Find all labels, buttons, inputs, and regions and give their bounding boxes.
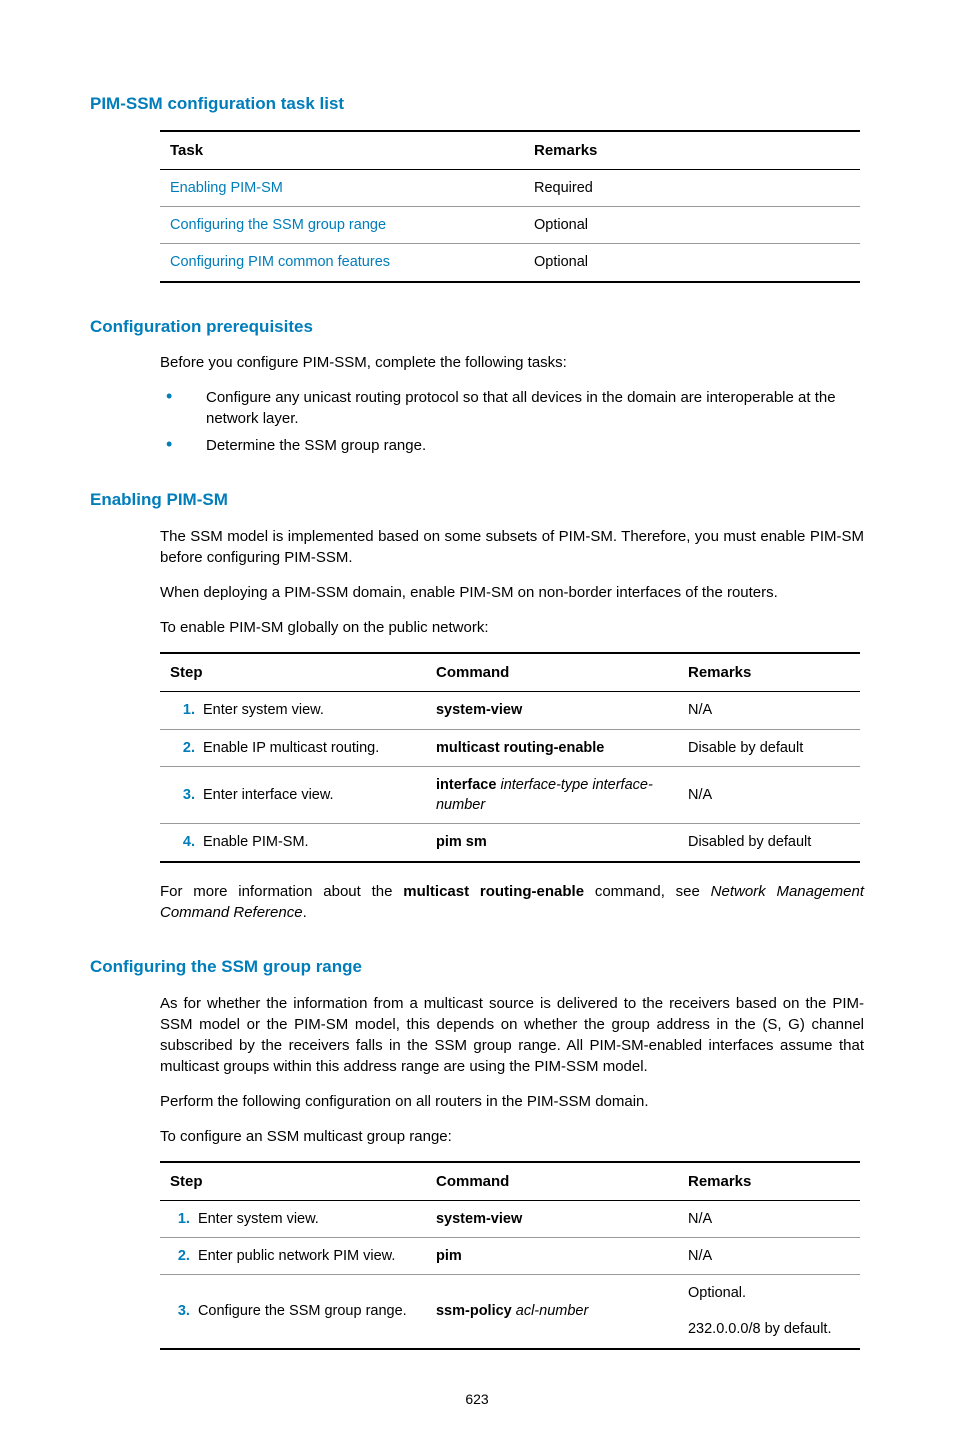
bullet-icon: • [160, 387, 206, 429]
step-number: 4. [160, 824, 199, 862]
th-command: Command [426, 653, 678, 692]
table-enable-pim-sm: Step Command Remarks 1. Enter system vie… [160, 652, 860, 862]
link-config-common-features[interactable]: Configuring PIM common features [170, 254, 390, 270]
step-number: 1. [160, 692, 199, 729]
page-number: 623 [90, 1390, 864, 1410]
heading-prereq: Configuration prerequisites [90, 315, 864, 339]
step-desc: Enter interface view. [199, 766, 426, 824]
cell-remarks: Disabled by default [678, 824, 860, 862]
cell-command: multicast routing-enable [426, 729, 678, 766]
text-enablesm-p1: The SSM model is implemented based on so… [160, 526, 864, 568]
heading-ssm-range: Configuring the SSM group range [90, 955, 864, 979]
heading-enabling-pim-sm: Enabling PIM-SM [90, 488, 864, 512]
cell-remarks: Optional [524, 244, 860, 282]
cell-remarks: Optional. [678, 1275, 860, 1312]
cell-remarks: 232.0.0.0/8 by default. [678, 1311, 860, 1348]
bullet-text: Determine the SSM group range. [206, 435, 864, 456]
step-desc: Configure the SSM group range. [194, 1275, 426, 1349]
step-desc: Enter system view. [199, 692, 426, 729]
step-number: 3. [160, 766, 199, 824]
step-number: 2. [160, 1237, 194, 1274]
step-desc: Enable PIM-SM. [199, 824, 426, 862]
link-config-ssm-range[interactable]: Configuring the SSM group range [170, 217, 386, 233]
text-ssmrange-p3: To configure an SSM multicast group rang… [160, 1126, 864, 1147]
step-desc: Enable IP multicast routing. [199, 729, 426, 766]
bullet-text: Configure any unicast routing protocol s… [206, 387, 864, 429]
link-enabling-pim-sm[interactable]: Enabling PIM-SM [170, 180, 283, 196]
th-remarks: Remarks [678, 653, 860, 692]
cell-remarks: N/A [678, 1200, 860, 1237]
cell-command: pim sm [426, 824, 678, 862]
text-enablesm-p2: When deploying a PIM-SSM domain, enable … [160, 582, 864, 603]
cell-remarks: N/A [678, 692, 860, 729]
cell-command: ssm-policy acl-number [426, 1275, 678, 1349]
cell-remarks: Required [524, 169, 860, 206]
cell-remarks: Disable by default [678, 729, 860, 766]
bullet-list-prereq: • Configure any unicast routing protocol… [160, 387, 864, 456]
table-tasklist: Task Remarks Enabling PIM-SM Required Co… [160, 130, 860, 283]
th-step: Step [160, 1162, 426, 1201]
th-remarks: Remarks [678, 1162, 860, 1201]
cell-command: system-view [426, 692, 678, 729]
th-remarks: Remarks [524, 131, 860, 170]
step-desc: Enter system view. [194, 1200, 426, 1237]
text-enablesm-note: For more information about the multicast… [160, 881, 864, 923]
step-number: 3. [160, 1275, 194, 1349]
text-ssmrange-p1: As for whether the information from a mu… [160, 993, 864, 1077]
cell-remarks: N/A [678, 1237, 860, 1274]
cell-command: pim [426, 1237, 678, 1274]
th-command: Command [426, 1162, 678, 1201]
table-ssm-range: Step Command Remarks 1. Enter system vie… [160, 1161, 860, 1350]
step-desc: Enter public network PIM view. [194, 1237, 426, 1274]
cell-command: interface interface-type interface-numbe… [426, 766, 678, 824]
cell-command: system-view [426, 1200, 678, 1237]
text-enablesm-p3: To enable PIM-SM globally on the public … [160, 617, 864, 638]
text-ssmrange-p2: Perform the following configuration on a… [160, 1091, 864, 1112]
cell-remarks: N/A [678, 766, 860, 824]
cell-remarks: Optional [524, 207, 860, 244]
step-number: 2. [160, 729, 199, 766]
text-prereq-intro: Before you configure PIM-SSM, complete t… [160, 352, 864, 373]
bullet-icon: • [160, 435, 206, 456]
heading-tasklist: PIM-SSM configuration task list [90, 92, 864, 116]
th-step: Step [160, 653, 426, 692]
th-task: Task [160, 131, 524, 170]
step-number: 1. [160, 1200, 194, 1237]
